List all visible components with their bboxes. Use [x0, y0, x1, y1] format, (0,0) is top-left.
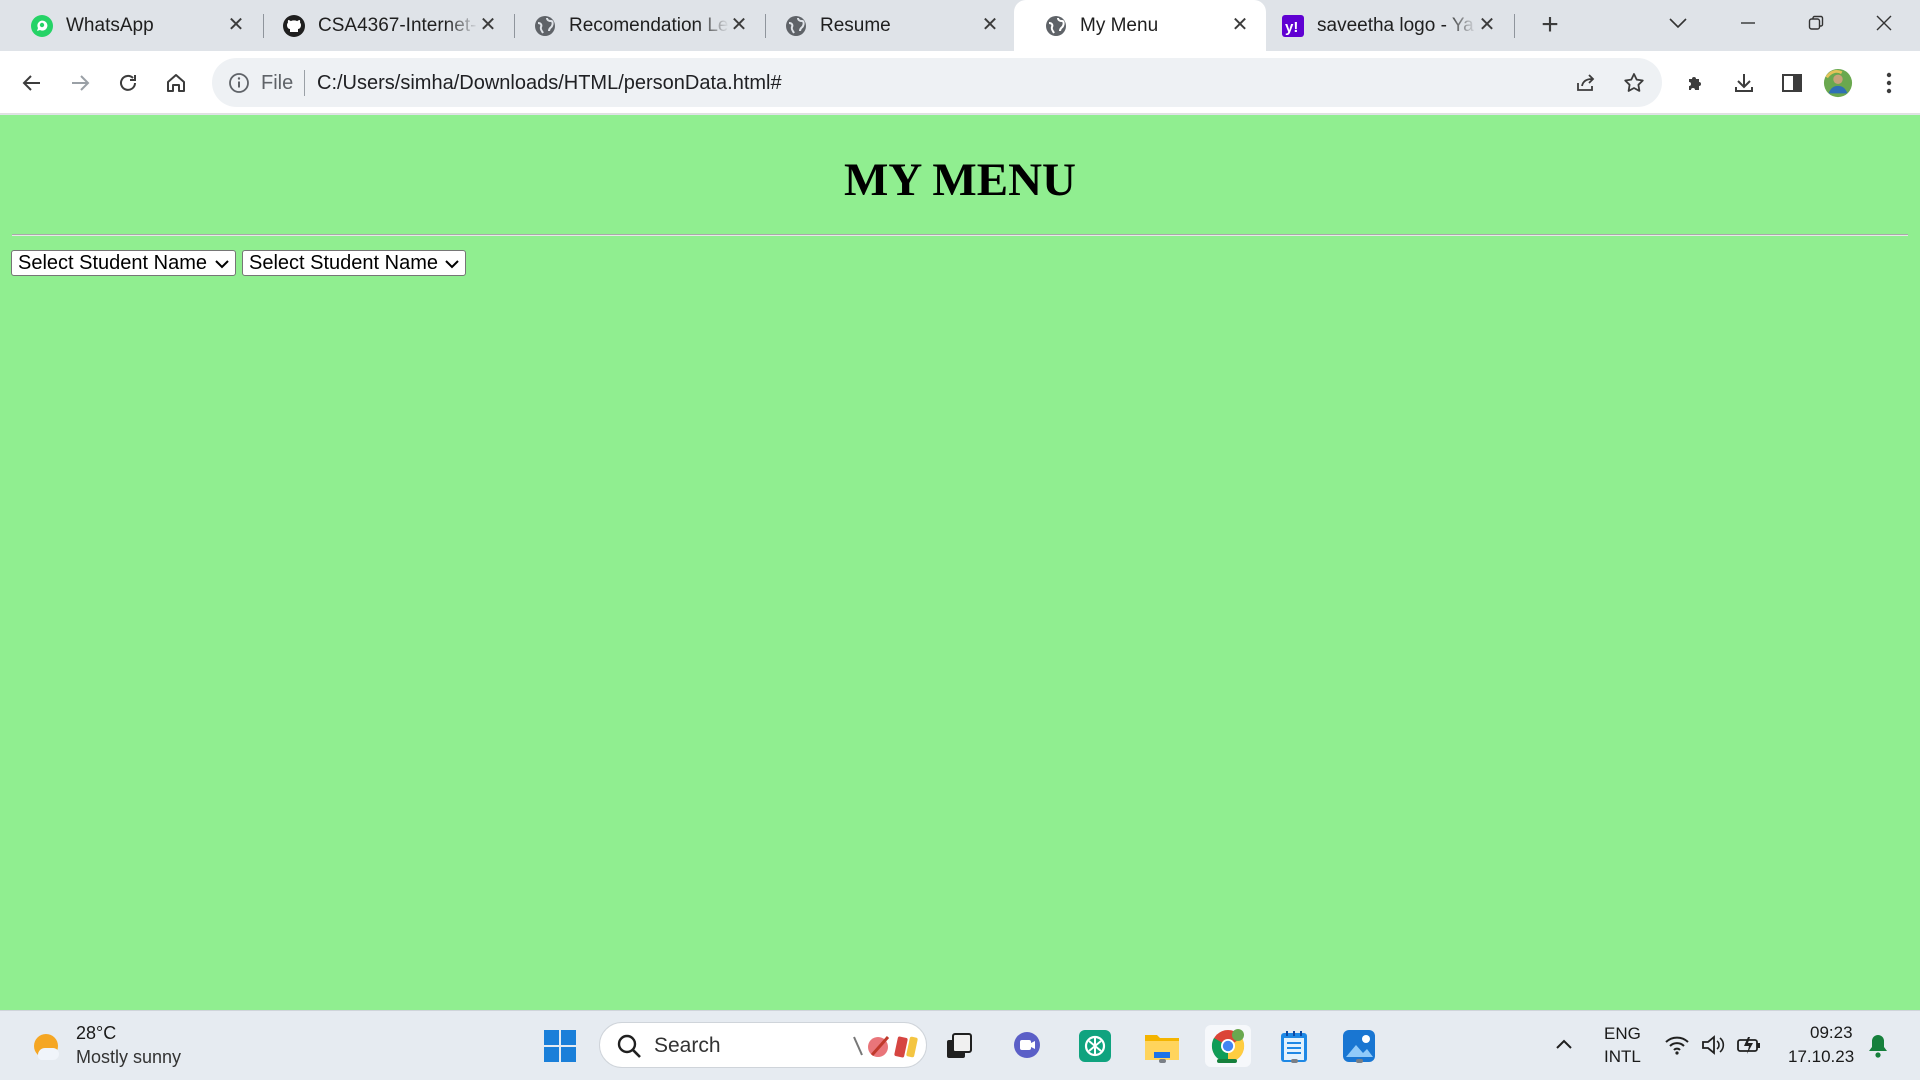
running-indicator — [1291, 1059, 1298, 1063]
page-viewport: MY MENU Select Student Name Select Stude… — [0, 115, 1920, 1010]
tab-github[interactable]: CSA4367-Internet- ✕ — [252, 0, 514, 51]
search-highlight-icon — [853, 1036, 918, 1058]
browser-toolbar: File C:/Users/simha/Downloads/HTML/perso… — [0, 51, 1920, 114]
student-name-select-1[interactable]: Select Student Name — [11, 250, 236, 276]
new-tab-button[interactable]: + — [1536, 10, 1564, 40]
globe-icon — [784, 14, 808, 38]
minimize-icon[interactable] — [1730, 8, 1766, 38]
profile-avatar[interactable] — [1823, 68, 1853, 98]
side-panel-icon[interactable] — [1777, 68, 1807, 98]
chevron-down-icon — [215, 260, 229, 269]
chatgpt-icon[interactable] — [1074, 1025, 1116, 1067]
globe-icon — [533, 14, 557, 38]
bookmark-star-icon[interactable] — [1620, 69, 1648, 97]
running-indicator — [1356, 1059, 1363, 1063]
share-icon[interactable] — [1572, 69, 1600, 97]
tab-title: WhatsApp — [66, 15, 154, 36]
wifi-icon[interactable] — [1664, 1033, 1690, 1057]
tab-separator — [1514, 14, 1515, 38]
tab-my-menu[interactable]: My Menu ✕ — [1014, 0, 1266, 51]
clock-date[interactable]: 17.10.23 — [1788, 1047, 1854, 1067]
tab-strip: WhatsApp ✕ CSA4367-Internet- ✕ Recomenda… — [0, 0, 1920, 51]
keyboard-layout-indicator[interactable]: INTL — [1604, 1047, 1641, 1067]
notepad-icon[interactable] — [1273, 1025, 1315, 1067]
url-divider — [304, 70, 305, 96]
restore-icon[interactable] — [1798, 8, 1834, 38]
tab-search-chevron-icon[interactable] — [1660, 8, 1696, 38]
chrome-taskbar-icon[interactable] — [1205, 1025, 1251, 1067]
clock-time[interactable]: 09:23 — [1810, 1023, 1853, 1043]
tab-recomendation[interactable]: Recomendation Le ✕ — [503, 0, 765, 51]
address-bar[interactable]: File C:/Users/simha/Downloads/HTML/perso… — [212, 58, 1662, 107]
tab-close-icon[interactable]: ✕ — [978, 13, 1002, 37]
battery-charging-icon[interactable] — [1736, 1033, 1762, 1057]
active-indicator — [1217, 1059, 1237, 1063]
download-icon[interactable] — [1729, 68, 1759, 98]
student-name-select-2[interactable]: Select Student Name — [242, 250, 466, 276]
weather-temperature[interactable]: 28°C — [76, 1023, 116, 1044]
tab-close-icon[interactable]: ✕ — [476, 13, 500, 37]
tab-title: Resume — [820, 15, 891, 36]
extensions-puzzle-icon[interactable] — [1681, 68, 1711, 98]
info-icon[interactable] — [226, 70, 252, 96]
tab-title: saveetha logo - Ya — [1317, 15, 1474, 36]
whatsapp-icon — [30, 14, 54, 38]
file-explorer-icon[interactable] — [1141, 1025, 1183, 1067]
tab-close-icon[interactable]: ✕ — [1228, 13, 1252, 37]
horizontal-rule — [12, 234, 1908, 236]
select-value: Select Student Name — [249, 252, 438, 274]
tab-title: CSA4367-Internet- — [318, 15, 477, 36]
page-title: MY MENU — [844, 154, 1076, 206]
taskbar-search[interactable]: Search — [599, 1022, 927, 1068]
tab-close-icon[interactable]: ✕ — [1475, 13, 1499, 37]
volume-icon[interactable] — [1700, 1033, 1726, 1057]
tab-title: My Menu — [1080, 15, 1159, 36]
tab-saveetha[interactable]: y! saveetha logo - Ya ✕ — [1251, 0, 1513, 51]
running-indicator — [1159, 1059, 1166, 1063]
globe-icon — [1044, 14, 1068, 38]
svg-text:y!: y! — [1285, 19, 1298, 36]
close-window-icon[interactable] — [1866, 8, 1902, 38]
search-placeholder: Search — [654, 1034, 721, 1057]
more-menu-icon[interactable] — [1874, 68, 1904, 98]
weather-description[interactable]: Mostly sunny — [76, 1047, 181, 1068]
weather-sun-icon[interactable] — [30, 1029, 64, 1063]
yahoo-icon: y! — [1281, 14, 1305, 38]
teams-chat-icon[interactable] — [1006, 1025, 1048, 1067]
reload-icon[interactable] — [113, 68, 143, 98]
tab-whatsapp[interactable]: WhatsApp ✕ — [0, 0, 262, 51]
task-view-icon[interactable] — [938, 1025, 980, 1067]
language-indicator[interactable]: ENG — [1604, 1024, 1641, 1044]
search-icon — [617, 1034, 641, 1058]
url-scheme: File — [261, 72, 294, 94]
show-hidden-icons-chevron-icon[interactable] — [1552, 1033, 1576, 1057]
windows-start-icon[interactable] — [539, 1025, 581, 1067]
tab-close-icon[interactable]: ✕ — [224, 13, 248, 37]
taskbar: 28°C Mostly sunny Search ENG INTL 09:23 … — [0, 1010, 1920, 1080]
tab-title: Recomendation Le — [569, 15, 729, 36]
tab-resume[interactable]: Resume ✕ — [754, 0, 1016, 51]
home-icon[interactable] — [161, 68, 191, 98]
notification-bell-icon[interactable] — [1866, 1033, 1890, 1059]
github-icon — [282, 14, 306, 38]
forward-arrow-icon[interactable] — [65, 68, 95, 98]
tab-close-icon[interactable]: ✕ — [727, 13, 751, 37]
photos-icon[interactable] — [1338, 1025, 1380, 1067]
chevron-down-icon — [445, 260, 459, 269]
url-text[interactable]: C:/Users/simha/Downloads/HTML/personData… — [317, 71, 782, 95]
select-value: Select Student Name — [18, 252, 207, 274]
back-arrow-icon[interactable] — [17, 68, 47, 98]
